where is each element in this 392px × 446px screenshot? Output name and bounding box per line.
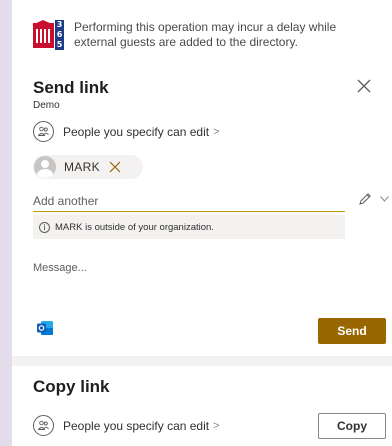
org-logo: 3 6 5 — [32, 20, 64, 50]
chevron-right-icon: > — [213, 419, 220, 432]
file-name: Demo — [33, 100, 60, 111]
share-dialog: 3 6 5 Performing this operation may incu… — [12, 0, 392, 446]
chevron-right-icon: > — [213, 125, 220, 138]
logo-365-badge: 3 6 5 — [55, 20, 64, 50]
recipient-chip: MARK — [33, 155, 143, 179]
outlook-icon[interactable] — [36, 319, 54, 337]
warning-text: MARK is outside of your organization. — [55, 221, 214, 233]
delay-notice: 3 6 5 Performing this operation may incu… — [32, 20, 344, 50]
add-another-input[interactable] — [33, 190, 345, 212]
send-link-title: Send link — [33, 78, 109, 97]
avatar — [34, 156, 56, 178]
info-icon: i — [39, 221, 50, 233]
message-input[interactable] — [33, 258, 345, 278]
copy-button[interactable]: Copy — [318, 413, 386, 439]
remove-recipient-icon[interactable] — [109, 161, 121, 173]
pencil-icon[interactable] — [358, 192, 372, 206]
recipient-name: MARK — [64, 160, 100, 174]
chevron-down-icon[interactable] — [380, 196, 389, 202]
copy-link-title: Copy link — [33, 377, 110, 396]
people-icon — [33, 415, 54, 436]
permission-label: People you specify can edit — [63, 124, 210, 139]
notice-text: Performing this operation may incur a de… — [74, 20, 337, 49]
building-icon — [32, 20, 54, 48]
close-icon[interactable] — [356, 78, 372, 94]
send-button[interactable]: Send — [318, 318, 386, 344]
link-settings-button[interactable]: People you specify can edit > — [33, 121, 220, 142]
people-icon — [33, 121, 54, 142]
permission-label: People you specify can edit — [63, 418, 210, 433]
external-user-warning: i MARK is outside of your organization. — [33, 215, 345, 239]
section-divider — [12, 356, 392, 366]
copy-link-settings-button[interactable]: People you specify can edit > — [33, 415, 220, 436]
